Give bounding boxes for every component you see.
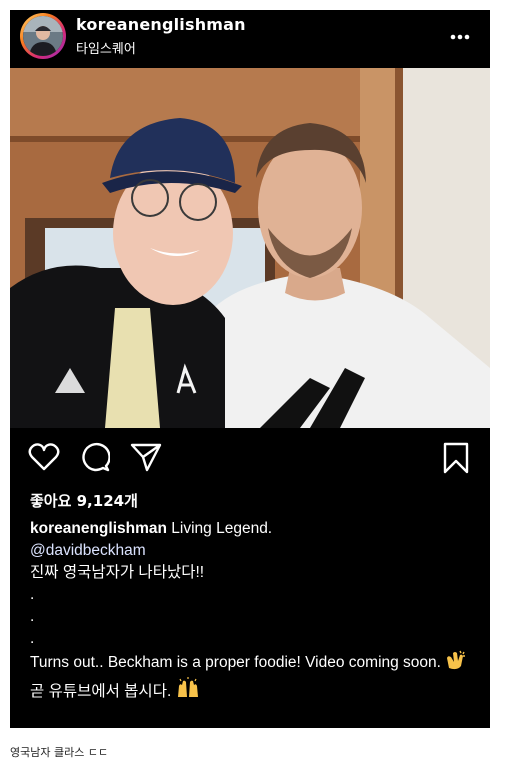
caption-korean-line-2: 곧 유튜브에서 봅시다.: [30, 677, 470, 706]
comment-icon[interactable]: [80, 442, 111, 476]
caption-text: Living Legend.: [171, 520, 273, 537]
story-ring[interactable]: [20, 13, 66, 59]
post-location[interactable]: 타임스퀘어: [76, 38, 136, 57]
post-actions: [10, 438, 490, 478]
share-icon[interactable]: [130, 442, 162, 476]
caption-first-line: koreanenglishman Living Legend.: [30, 518, 470, 540]
caption-username[interactable]: koreanenglishman: [30, 520, 167, 537]
bookmark-icon[interactable]: [442, 442, 470, 478]
avatar[interactable]: [23, 16, 63, 56]
clapping-hands-emoji: [445, 650, 467, 677]
caption-dot: .: [30, 586, 35, 603]
post-photo[interactable]: [10, 68, 490, 428]
caption-dot: .: [30, 608, 35, 625]
likes-count[interactable]: 좋아요 9,124개: [30, 490, 138, 511]
caption-english-line: Turns out.. Beckham is a proper foodie! …: [30, 650, 470, 677]
more-options-icon[interactable]: [450, 25, 470, 44]
post-header: koreanenglishman 타임스퀘어: [10, 10, 490, 68]
caption-korean-line: 진짜 영국남자가 나타났다!!: [30, 564, 205, 581]
caption-english-text: Turns out.. Beckham is a proper foodie! …: [30, 654, 441, 671]
post-username[interactable]: koreanenglishman: [76, 15, 246, 34]
mention-link[interactable]: @davidbeckham: [30, 540, 470, 562]
footnote-caption: 영국남자 클라스 ㄷㄷ: [10, 746, 109, 759]
caption-dot: .: [30, 630, 35, 647]
heart-icon[interactable]: [28, 442, 60, 476]
post-caption: koreanenglishman Living Legend. @davidbe…: [30, 518, 470, 706]
raised-hands-emoji: [176, 677, 200, 706]
caption-korean-text-2: 곧 유튜브에서 봅시다.: [30, 683, 172, 700]
instagram-post: koreanenglishman 타임스퀘어 좋아요 9,124개 korean…: [10, 10, 490, 728]
